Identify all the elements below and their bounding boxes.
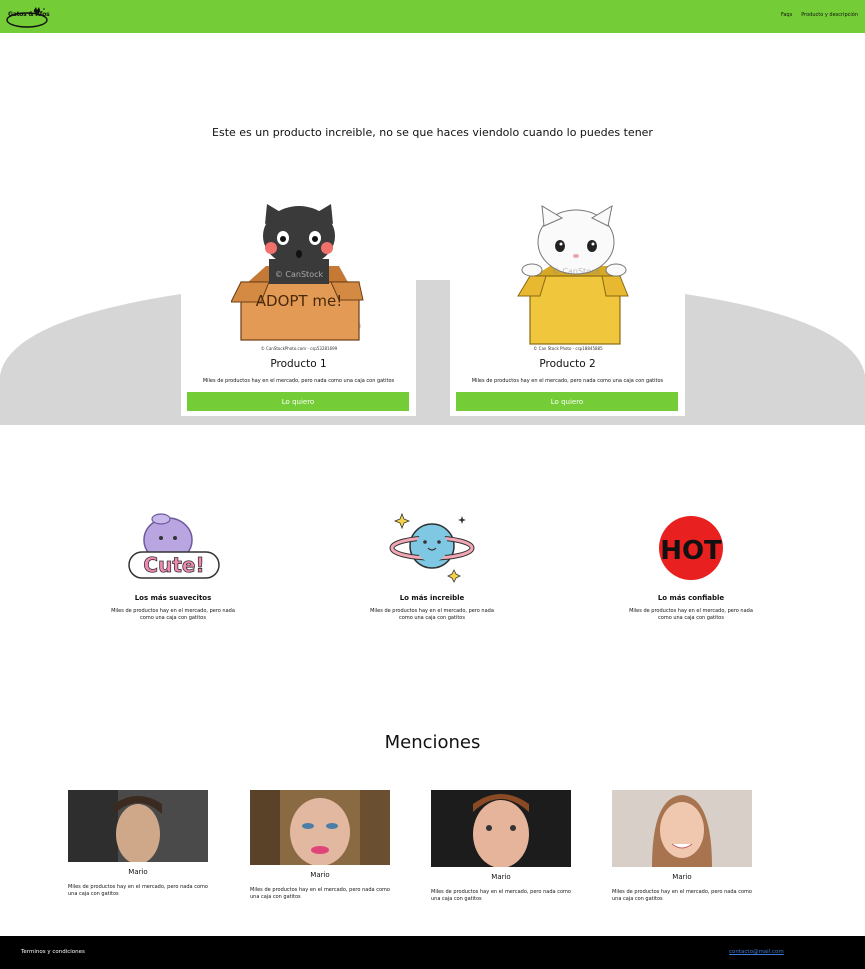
person-photo — [68, 790, 208, 862]
planet-icon — [389, 512, 475, 583]
product-description: Miles de productos hay en el mercado, pe… — [471, 378, 664, 384]
mention-card-2: Mario Miles de productos hay en el merca… — [250, 790, 390, 901]
product-band-background — [0, 280, 865, 425]
adopt-me-box-text: ADOPT me! — [256, 292, 342, 310]
buy-button-product-1[interactable]: Lo quiero — [187, 392, 409, 411]
product-title: Producto 2 — [539, 358, 596, 370]
feature-description: Miles de productos hay en el mercado, pe… — [111, 608, 235, 621]
product-card-2: © CanStock © Can Stock Photo - csp188458… — [450, 200, 685, 416]
contact-email-link[interactable]: contacto@mail.com — [729, 949, 784, 955]
person-testimonial: Miles de productos hay en el mercado, pe… — [431, 889, 571, 902]
feature-title: Los más suavecitos — [134, 594, 212, 602]
nav-link-faqs[interactable]: Faqs — [781, 12, 792, 18]
product-card-1: ADOPT me! © CanStock © CanStockPhoto.com… — [181, 200, 416, 416]
person-testimonial: Miles de productos hay en el mercado, pe… — [68, 884, 208, 897]
product-description: Miles de productos hay en el mercado, pe… — [202, 378, 395, 384]
person-name: Mario — [491, 873, 511, 881]
nav-links: Faqs Producto y descripción — [781, 12, 858, 18]
page: Gatos & Afos Faqs Producto y descripción… — [0, 0, 865, 969]
product-2-image-caption: © Can Stock Photo - csp18845885 — [533, 346, 603, 351]
mention-card-3: Mario Miles de productos hay en el merca… — [431, 790, 571, 903]
product-1-image-caption: © CanStockPhoto.com - csp53281699 — [261, 346, 338, 351]
terms-link[interactable]: Terminos y condiciones — [21, 949, 85, 955]
feature-description: Miles de productos hay en el mercado, pe… — [370, 608, 494, 621]
product-2-watermark: © CanStock — [552, 267, 601, 276]
nav-link-producto[interactable]: Producto y descripción — [801, 12, 858, 18]
person-name: Mario — [310, 871, 330, 879]
feature-increible: Lo más increible Miles de productos hay … — [347, 508, 517, 622]
person-testimonial: Miles de productos hay en el mercado, pe… — [250, 887, 390, 900]
logo-text[interactable]: Gatos & Afos — [8, 11, 50, 18]
buy-button-product-2[interactable]: Lo quiero — [456, 392, 678, 411]
hero-tagline: Este es un producto increible, no se que… — [212, 126, 653, 139]
mention-card-4: Mario Miles de productos hay en el merca… — [612, 790, 752, 903]
feature-confiable: HOT Lo más confiable Miles de productos … — [606, 508, 776, 622]
top-navbar: Gatos & Afos Faqs Producto y descripción — [0, 0, 865, 33]
feature-description: Miles de productos hay en el mercado, pe… — [629, 608, 753, 621]
mentions-heading: Menciones — [384, 732, 481, 753]
feature-suavecitos: Cute! Los más suavecitos Miles de produc… — [88, 508, 258, 622]
product-1-watermark: © CanStock — [275, 270, 324, 279]
person-photo — [250, 790, 390, 865]
person-photo — [612, 790, 752, 867]
cute-sticker-text: Cute! — [143, 553, 204, 577]
person-name: Mario — [128, 868, 148, 876]
hot-badge-text: HOT — [660, 536, 722, 566]
feature-title: Lo más increible — [399, 594, 465, 602]
cat-in-adopt-box-image: ADOPT me! © CanStock © CanStockPhoto.com… — [231, 204, 364, 351]
mention-card-1: Mario Miles de productos hay en el merca… — [68, 790, 208, 898]
person-testimonial: Miles de productos hay en el mercado, pe… — [612, 889, 752, 902]
hot-badge-icon: HOT — [659, 516, 723, 580]
feature-title: Lo más confiable — [657, 594, 725, 602]
product-title: Producto 1 — [270, 358, 327, 370]
cute-sticker-icon: Cute! — [128, 513, 220, 579]
person-photo — [431, 790, 571, 867]
white-cat-in-box-image: © CanStock © Can Stock Photo - csp188458… — [517, 204, 629, 351]
person-name: Mario — [672, 873, 692, 881]
footer: Terminos y condiciones contacto@mail.com — [0, 936, 865, 969]
